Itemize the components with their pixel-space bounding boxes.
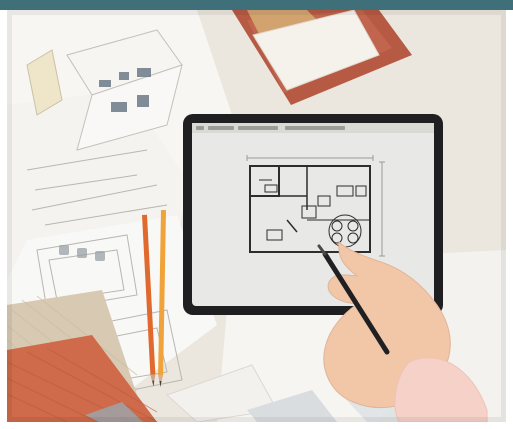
scene-illustration <box>7 10 506 422</box>
photo <box>7 10 506 422</box>
image-frame <box>0 0 513 429</box>
top-accent-strip <box>0 0 513 10</box>
